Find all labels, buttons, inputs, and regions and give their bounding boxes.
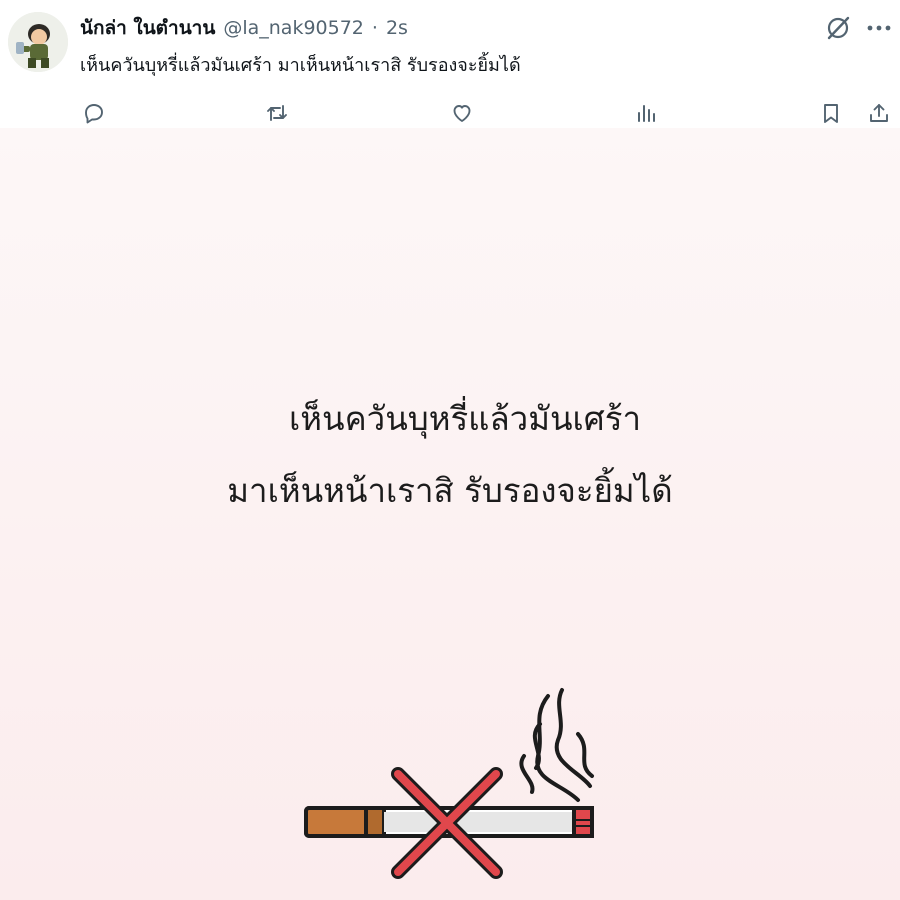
like-icon <box>453 105 471 122</box>
bookmark-button[interactable] <box>816 98 846 128</box>
reply-button[interactable] <box>79 98 109 128</box>
like-button[interactable] <box>447 98 477 128</box>
repost-button[interactable] <box>262 98 292 128</box>
share-button[interactable] <box>864 98 894 128</box>
avatar-illustration <box>8 12 68 72</box>
post-meta: นักล่า ในตำนาน @la_nak90572 · 2s <box>80 14 408 42</box>
share-icon <box>870 104 888 122</box>
media-text-line-1: เห็นควันบุหรี่แล้วมันเศร้า <box>289 399 641 438</box>
display-name[interactable]: นักล่า ในตำนาน <box>80 13 215 43</box>
views-button[interactable] <box>631 98 661 128</box>
repost-icon <box>267 105 287 121</box>
user-handle[interactable]: @la_nak90572 <box>223 17 364 39</box>
post-header: นักล่า ในตำนาน @la_nak90572 · 2s เห็นควั… <box>0 0 900 128</box>
meta-separator: · <box>371 17 378 39</box>
no-smoking-cigarette-icon <box>304 688 594 879</box>
post-time[interactable]: 2s <box>386 17 408 39</box>
more-options-icon[interactable] <box>864 14 894 42</box>
media-text-line-2: มาเห็นหน้าเราสิ รับรองจะยิ้มได้ <box>227 471 673 510</box>
avatar[interactable] <box>8 12 68 72</box>
bookmark-icon <box>824 104 838 123</box>
post-media[interactable]: เห็นควันบุหรี่แล้วมันเศร้า มาเห็นหน้าเรา… <box>0 128 900 900</box>
reply-icon <box>85 104 103 124</box>
post-text: เห็นควันบุหรี่แล้วมันเศร้า มาเห็นหน้าเรา… <box>80 55 521 76</box>
views-icon <box>638 105 655 122</box>
grok-icon[interactable] <box>824 14 852 42</box>
